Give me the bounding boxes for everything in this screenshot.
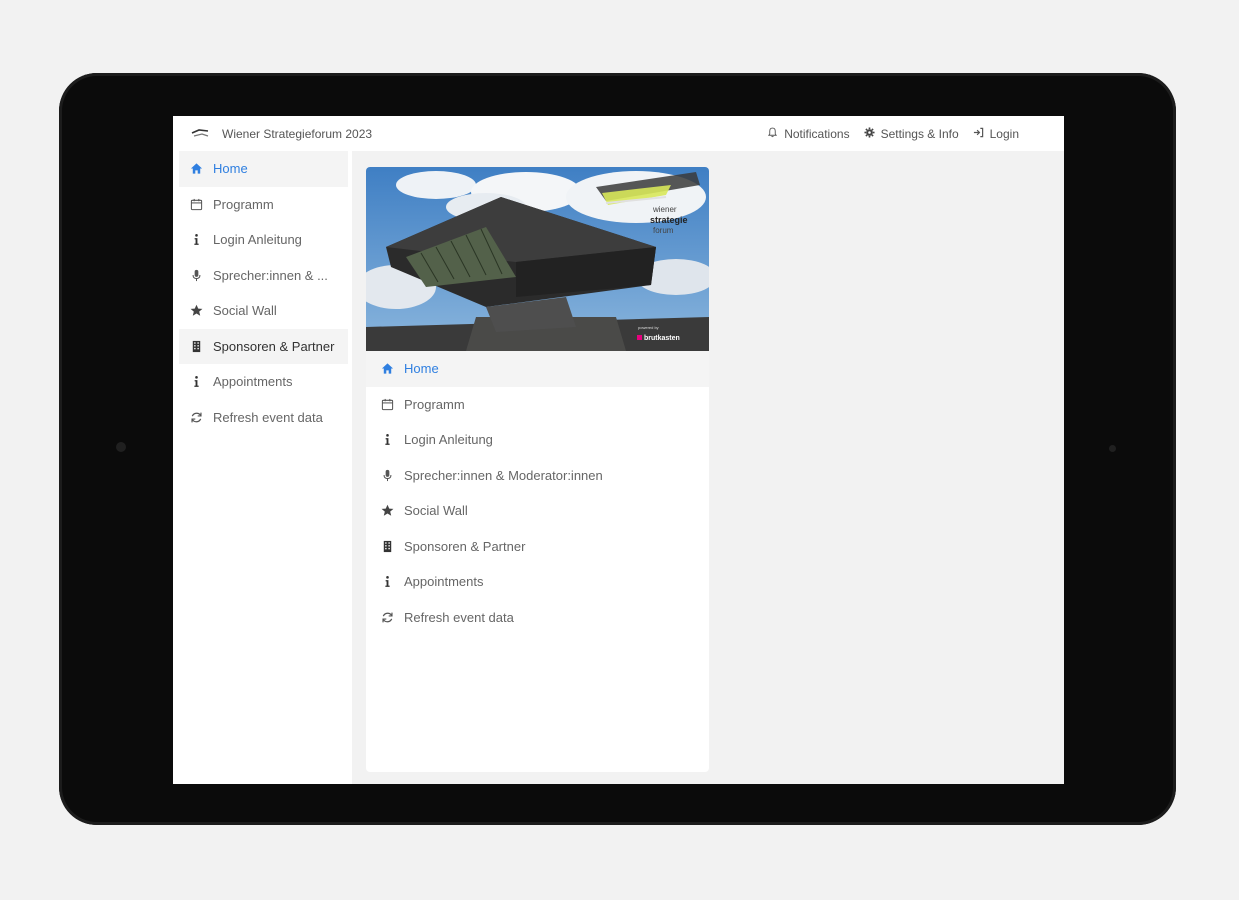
settings-info-label: Settings & Info: [880, 126, 959, 141]
card-item-home[interactable]: Home: [366, 351, 709, 387]
card-item-label: Login Anleitung: [404, 432, 493, 448]
app-title: Wiener Strategieforum 2023: [222, 126, 373, 141]
sidebar-item-label: Refresh event data: [213, 409, 323, 425]
star-icon: [189, 304, 203, 318]
notifications-label: Notifications: [784, 126, 850, 141]
microphone-icon: [380, 468, 394, 482]
card-item-label: Home: [404, 361, 439, 377]
card-item-label: Social Wall: [404, 503, 468, 519]
card-item-label: Appointments: [404, 574, 484, 590]
sidebar-item-label: Social Wall: [213, 303, 277, 319]
sidebar-item-refresh[interactable]: Refresh event data: [173, 400, 352, 436]
sidebar-item-label: Programm: [213, 196, 274, 212]
card-item-label: Sponsoren & Partner: [404, 538, 526, 554]
info-icon: [380, 433, 394, 447]
card-item-speakers[interactable]: Sprecher:innen & Moderator:innen: [366, 458, 709, 494]
login-button[interactable]: Login: [973, 127, 1019, 141]
top-bar: Wiener Strategieforum 2023 Notifications…: [173, 116, 1064, 151]
sidebar-item-label: Login Anleitung: [213, 232, 302, 248]
card-item-login-anleitung[interactable]: Login Anleitung: [366, 422, 709, 458]
notifications-button[interactable]: Notifications: [767, 126, 850, 141]
sidebar: Home Programm Login Anleitung Sprecher:i…: [173, 151, 352, 784]
sidebar-item-home[interactable]: Home: [179, 151, 348, 187]
building-icon: [189, 339, 203, 353]
card-item-refresh[interactable]: Refresh event data: [366, 600, 709, 636]
sidebar-item-social-wall[interactable]: Social Wall: [173, 293, 352, 329]
camera-dot: [116, 442, 126, 452]
building-icon: [380, 539, 394, 553]
sidebar-item-label: Home: [213, 161, 248, 177]
refresh-icon: [380, 610, 394, 624]
app-logo-icon: [190, 127, 210, 141]
info-icon: [189, 233, 203, 247]
sidebar-item-login-anleitung[interactable]: Login Anleitung: [173, 222, 352, 258]
settings-info-button[interactable]: Settings & Info: [864, 127, 959, 141]
sidebar-item-programm[interactable]: Programm: [173, 187, 352, 223]
sidebar-item-label: Appointments: [213, 374, 293, 390]
sidebar-item-label: Sprecher:innen & ...: [213, 267, 328, 283]
info-icon: [189, 375, 203, 389]
banner-logo-line-2: strategie: [650, 215, 688, 225]
app-screen: Wiener Strategieforum 2023 Notifications…: [173, 116, 1064, 784]
event-banner-image: wiener strategie forum powered by brutka…: [366, 167, 709, 351]
home-icon: [380, 362, 394, 376]
banner-brand: brutkasten: [644, 335, 680, 342]
card-item-label: Programm: [404, 396, 465, 412]
banner-logo-line-3: forum: [653, 226, 674, 235]
card-item-social-wall[interactable]: Social Wall: [366, 493, 709, 529]
login-icon: [973, 127, 984, 141]
login-label: Login: [989, 126, 1019, 141]
banner-logo-line-1: wiener: [652, 205, 677, 214]
brand-mark-icon: [637, 335, 642, 340]
sidebar-item-speakers[interactable]: Sprecher:innen & ...: [173, 258, 352, 294]
card-item-label: Sprecher:innen & Moderator:innen: [404, 467, 603, 483]
card-item-sponsors[interactable]: Sponsoren & Partner: [366, 529, 709, 565]
home-card: wiener strategie forum powered by brutka…: [366, 167, 709, 772]
calendar-icon: [189, 197, 203, 211]
sidebar-item-appointments[interactable]: Appointments: [173, 364, 352, 400]
sidebar-item-label: Sponsoren & Partner: [213, 338, 335, 354]
bell-icon: [767, 127, 778, 141]
sidebar-item-sponsors[interactable]: Sponsoren & Partner: [179, 328, 348, 364]
info-icon: [380, 575, 394, 589]
calendar-icon: [380, 397, 394, 411]
banner-powered-by: powered by: [638, 325, 659, 330]
refresh-icon: [189, 410, 203, 424]
top-actions: Notifications Settings & Info Login: [767, 116, 1019, 151]
home-icon: [189, 162, 203, 176]
card-item-appointments[interactable]: Appointments: [366, 564, 709, 600]
card-item-programm[interactable]: Programm: [366, 387, 709, 423]
sensor-dot: [1109, 445, 1116, 452]
gear-icon: [864, 126, 875, 141]
star-icon: [380, 504, 394, 518]
microphone-icon: [189, 268, 203, 282]
card-item-label: Refresh event data: [404, 609, 514, 625]
